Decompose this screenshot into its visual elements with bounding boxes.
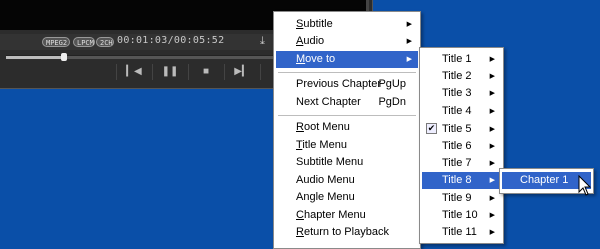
menu-item-label: Title 7	[442, 157, 472, 169]
menu-item-label: udio	[303, 35, 325, 47]
menu-item-angle-menu[interactable]: Angle Menu	[276, 189, 418, 206]
menu-item-label: eturn to Playback	[303, 226, 389, 238]
menu-item-label: Previous Chapter	[296, 78, 381, 90]
menu-item-audio-menu[interactable]: Audio Menu	[276, 172, 418, 189]
menu-item-title-6[interactable]: Title 6 ▶	[422, 138, 501, 155]
menu-item-title-1[interactable]: Title 1 ▶	[422, 51, 501, 68]
menu-item-audio[interactable]: Audio ▶	[276, 33, 418, 50]
accel-key: C	[296, 209, 304, 221]
menu-item-chapter-menu[interactable]: Chapter Menu	[276, 207, 418, 224]
menu-item-label: itle Menu	[302, 139, 347, 151]
menu-item-next-chapter[interactable]: Next Chapter PgDn	[276, 94, 418, 111]
menu-item-title-10[interactable]: Title 10 ▶	[422, 207, 501, 224]
menu-item-title-8[interactable]: Title 8 ▶	[422, 172, 501, 189]
menu-item-title-7[interactable]: Title 7 ▶	[422, 155, 501, 172]
menu-item-label: Title 5	[442, 123, 472, 135]
menu-item-label: Title 10	[442, 209, 478, 221]
menu-item-label: Next Chapter	[296, 96, 361, 108]
timecode: 00:01:03/00:05:52	[117, 35, 225, 46]
menu-item-title-5[interactable]: ✔ Title 5 ▶	[422, 121, 501, 138]
audio-codec-badge: LPCM	[73, 37, 95, 47]
menu-item-label: Title 3	[442, 87, 472, 99]
submenu-arrow-icon: ▶	[489, 108, 495, 115]
menu-item-title-4[interactable]: Title 4 ▶	[422, 103, 501, 120]
submenu-arrow-icon: ▶	[489, 90, 495, 97]
download-icon[interactable]: ⤓	[260, 35, 265, 48]
checkmark-icon: ✔	[426, 123, 437, 134]
menu-item-label: hapter Menu	[303, 209, 366, 221]
submenu-arrow-icon: ▶	[489, 195, 495, 202]
previous-button[interactable]: ▎◀	[116, 64, 151, 80]
menu-item-title-11[interactable]: Title 11 ▶	[422, 224, 501, 241]
context-menu: Subtitle ▶ Audio ▶ Move to ▶ Previous Ch…	[273, 11, 421, 249]
menu-item-move-to[interactable]: Move to ▶	[276, 51, 418, 68]
menu-item-label: Subtitle Menu	[296, 156, 364, 168]
menu-item-label: Chapter 1	[520, 174, 569, 186]
submenu-arrow-icon: ▶	[489, 177, 495, 184]
submenu-arrow-icon: ▶	[406, 38, 412, 45]
title-submenu: Title 1 ▶ Title 2 ▶ Title 3 ▶ Title 4 ▶ ✔ Tit…	[419, 47, 504, 244]
submenu-arrow-icon: ▶	[489, 229, 495, 236]
menu-item-title-3[interactable]: Title 3 ▶	[422, 85, 501, 102]
submenu-arrow-icon: ▶	[406, 21, 412, 28]
next-button[interactable]: ▶▎	[224, 64, 259, 80]
menu-item-subtitle[interactable]: Subtitle ▶	[276, 16, 418, 33]
menu-item-subtitle-menu[interactable]: Subtitle Menu	[276, 154, 418, 171]
menu-item-label: Title 9	[442, 192, 472, 204]
menu-separator	[278, 72, 416, 73]
submenu-arrow-icon: ▶	[489, 212, 495, 219]
menu-item-title-2[interactable]: Title 2 ▶	[422, 68, 501, 85]
channels-badge: 2CH	[96, 37, 114, 47]
stop-icon: ■	[202, 66, 210, 77]
submenu-arrow-icon: ▶	[489, 143, 495, 150]
accel-key: R	[296, 121, 304, 133]
menu-item-title-9[interactable]: Title 9 ▶	[422, 190, 501, 207]
submenu-arrow-icon: ▶	[489, 160, 495, 167]
seek-handle[interactable]	[60, 53, 67, 61]
menu-item-label: Title 4	[442, 105, 472, 117]
menu-item-label: Audio Menu	[296, 174, 355, 186]
format-badge: MPEG2	[42, 37, 70, 47]
menu-item-label: Angle Menu	[296, 191, 355, 203]
menu-item-root-menu[interactable]: Root Menu	[276, 119, 418, 136]
accel-key: R	[296, 226, 304, 238]
previous-icon: ▎◀	[126, 66, 142, 77]
mouse-cursor-icon	[578, 175, 592, 196]
menu-item-label: Title 11	[442, 226, 477, 238]
submenu-arrow-icon: ▶	[489, 56, 495, 63]
menu-item-label: oot Menu	[303, 121, 350, 133]
pause-icon: ❚❚	[161, 66, 179, 77]
next-icon: ▶▎	[234, 66, 250, 77]
shortcut-label: PgDn	[378, 96, 406, 108]
menu-separator	[278, 115, 416, 116]
shortcut-label: PgUp	[378, 78, 406, 90]
menu-item-label: Title 6	[442, 140, 472, 152]
menu-item-label: Title 2	[442, 70, 472, 82]
pause-button[interactable]: ❚❚	[152, 64, 187, 80]
submenu-arrow-icon: ▶	[489, 73, 495, 80]
accel-key: M	[296, 53, 306, 65]
submenu-arrow-icon: ▶	[406, 56, 412, 63]
menu-item-previous-chapter[interactable]: Previous Chapter PgUp	[276, 76, 418, 93]
menu-item-return-to-playback[interactable]: Return to Playback	[276, 224, 418, 241]
menu-item-title-menu[interactable]: Title Menu	[276, 137, 418, 154]
menu-item-label: ove to	[305, 53, 336, 65]
menu-item-label: Title 1	[442, 53, 472, 65]
menu-item-label: Title 8	[442, 174, 472, 186]
menu-item-label: ubtitle	[303, 18, 333, 30]
submenu-arrow-icon: ▶	[489, 126, 495, 133]
stop-button[interactable]: ■	[188, 64, 223, 80]
seek-bar-fill	[6, 56, 64, 59]
